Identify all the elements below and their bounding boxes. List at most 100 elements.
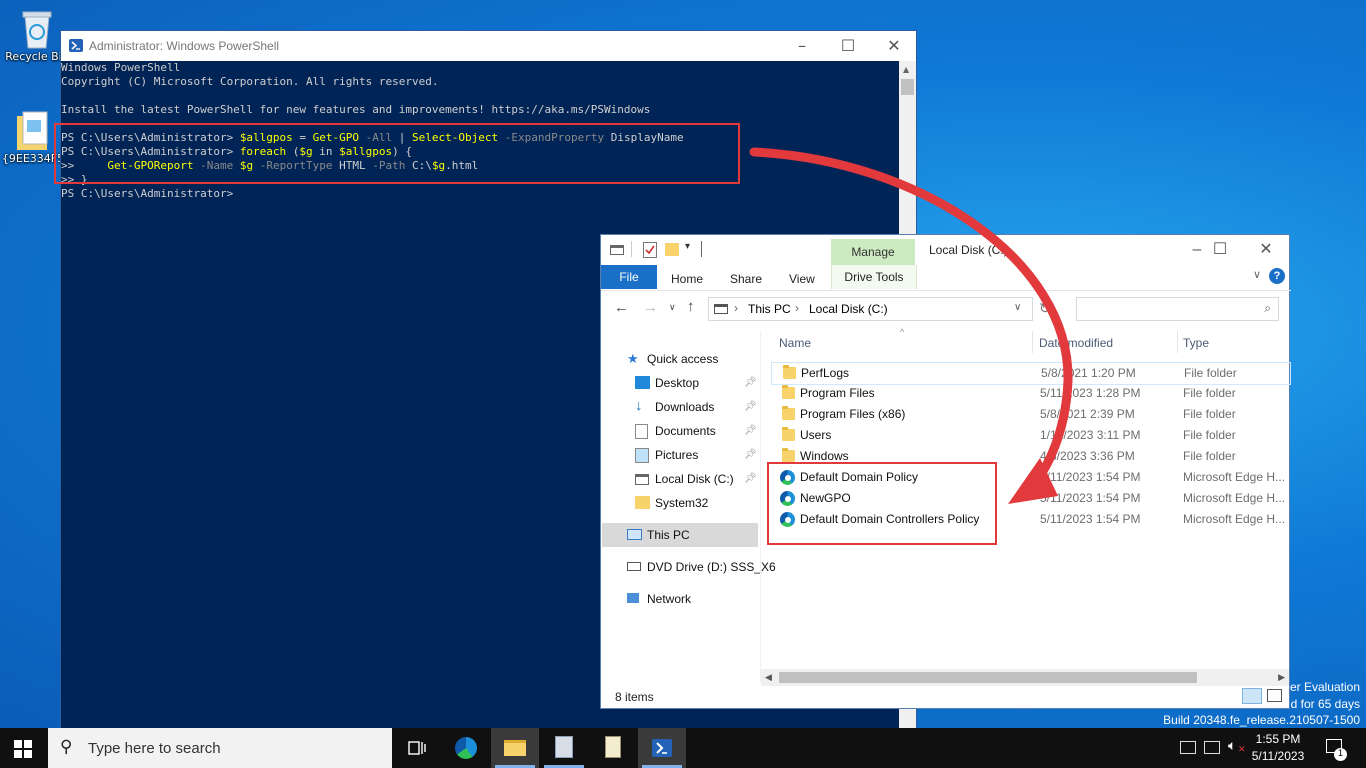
help-icon[interactable]: ? xyxy=(1269,268,1285,284)
drive-icon xyxy=(610,245,624,255)
column-header-type[interactable]: Type xyxy=(1183,336,1209,350)
file-type: File folder xyxy=(1184,366,1237,380)
properties-icon[interactable] xyxy=(643,242,657,258)
maximize-button[interactable]: ☐ xyxy=(1197,235,1243,265)
taskbar-file-explorer[interactable] xyxy=(491,728,539,768)
taskbar-server-manager[interactable] xyxy=(540,728,588,768)
network-icon xyxy=(627,593,639,603)
tab-home[interactable]: Home xyxy=(671,268,703,290)
star-icon: ★ xyxy=(627,351,639,366)
taskbar: ⚲ Type here to search 🔈︎ ✕ 1:55 PM 5/11/… xyxy=(0,728,1366,768)
column-divider xyxy=(1177,331,1178,353)
nav-label: This PC xyxy=(647,528,690,542)
file-type: Microsoft Edge H... xyxy=(1183,491,1286,505)
nav-label: Local Disk (C:) xyxy=(655,472,734,486)
annotation-arrow xyxy=(749,147,1073,504)
drive-icon xyxy=(635,474,649,485)
watermark-line3: Build 20348.fe_release.210507-1500 xyxy=(1163,713,1360,727)
computer-icon xyxy=(627,529,642,540)
nav-this-pc[interactable]: This PC xyxy=(627,524,690,546)
file-type: File folder xyxy=(1183,449,1236,463)
nav-local-disk[interactable]: Local Disk (C:) xyxy=(635,468,734,490)
download-arrow-icon: ↓ xyxy=(635,397,643,414)
taskbar-search-box[interactable]: ⚲ Type here to search xyxy=(48,728,392,768)
expand-ribbon-icon[interactable]: ∨ xyxy=(1253,268,1261,281)
nav-documents[interactable]: Documents xyxy=(635,420,716,442)
horizontal-scrollbar[interactable]: ◀ ▶ xyxy=(761,669,1289,686)
nav-desktop[interactable]: Desktop xyxy=(635,372,699,394)
nav-label: Documents xyxy=(655,424,716,438)
network-tray-icon[interactable] xyxy=(1204,741,1220,754)
start-button[interactable] xyxy=(14,740,32,758)
nav-label: Network xyxy=(647,592,692,606)
nav-downloads[interactable]: ↓ Downloads xyxy=(635,396,715,418)
customize-toolbar-icon[interactable]: ▾ xyxy=(685,241,690,252)
nav-system32[interactable]: System32 xyxy=(635,492,709,514)
nav-label: System32 xyxy=(655,496,709,510)
up-button[interactable]: ↑ xyxy=(687,298,695,315)
nav-label: Downloads xyxy=(655,400,715,414)
search-icon: ⚲ xyxy=(60,737,73,756)
search-input[interactable]: ⌕ xyxy=(1076,297,1279,321)
watermark-line2: id for 65 days xyxy=(1287,697,1360,711)
dvd-drive-icon xyxy=(627,562,641,571)
nav-label: Pictures xyxy=(655,448,699,462)
notification-count-badge: 1 xyxy=(1334,748,1347,761)
recycle-bin-icon xyxy=(17,8,57,49)
folder-icon xyxy=(635,496,650,509)
maximize-button[interactable]: ☐ xyxy=(825,31,871,61)
close-button[interactable]: ✕ xyxy=(1243,235,1289,265)
taskbar-powershell[interactable] xyxy=(638,728,686,768)
drive-icon xyxy=(714,304,728,314)
nav-network[interactable]: Network xyxy=(627,588,692,610)
folder-file-icon xyxy=(13,110,53,150)
forward-button[interactable]: → xyxy=(643,299,658,316)
clock-date[interactable]: 5/11/2023 xyxy=(1250,749,1306,763)
tab-file[interactable]: File xyxy=(601,265,657,289)
nav-quick-access[interactable]: ★ Quick access xyxy=(627,348,718,370)
new-folder-icon[interactable] xyxy=(665,243,679,256)
muted-x-icon: ✕ xyxy=(1238,745,1246,755)
close-button[interactable]: ✕ xyxy=(871,31,917,61)
annotation-command-box xyxy=(54,123,740,184)
scrollbar-thumb[interactable] xyxy=(779,672,1197,683)
file-type: File folder xyxy=(1183,407,1236,421)
search-placeholder: Type here to search xyxy=(88,740,221,757)
taskbar-edge[interactable] xyxy=(442,728,490,768)
file-type: Microsoft Edge H... xyxy=(1183,512,1286,526)
toolbar-divider xyxy=(701,241,702,257)
taskbar-notepad[interactable] xyxy=(589,728,637,768)
folder-icon xyxy=(504,740,526,756)
pictures-icon xyxy=(635,448,649,463)
back-button[interactable]: ← xyxy=(614,299,629,316)
status-item-count: 8 items xyxy=(615,690,654,704)
edge-icon xyxy=(455,737,477,759)
file-type: File folder xyxy=(1183,428,1236,442)
scroll-left-icon[interactable]: ◀ xyxy=(765,672,772,683)
scroll-right-icon[interactable]: ▶ xyxy=(1278,672,1285,683)
desktop-icon xyxy=(635,376,650,389)
minimize-button[interactable]: – xyxy=(779,31,825,61)
breadcrumb-separator: › xyxy=(734,301,738,315)
scroll-up-icon[interactable]: ▲ xyxy=(903,65,909,74)
powershell-title: Administrator: Windows PowerShell xyxy=(89,39,280,53)
details-view-button[interactable] xyxy=(1242,688,1262,704)
powershell-icon xyxy=(69,39,83,52)
console-prompt: PS C:\Users\Administrator> xyxy=(61,187,234,200)
nav-dvd-drive[interactable]: DVD Drive (D:) SSS_X6 xyxy=(627,556,776,578)
recent-locations-icon[interactable]: ∨ xyxy=(669,302,676,313)
console-line: Windows PowerShell xyxy=(61,61,181,74)
keyboard-icon[interactable] xyxy=(1180,741,1196,754)
nav-pictures[interactable]: Pictures xyxy=(635,444,699,466)
powershell-icon xyxy=(652,739,672,757)
console-line: Install the latest PowerShell for new fe… xyxy=(61,103,651,116)
file-type: File folder xyxy=(1183,386,1236,400)
volume-muted-icon[interactable]: 🔈︎ xyxy=(1228,738,1236,754)
large-icons-view-button[interactable] xyxy=(1267,689,1282,702)
watermark-line1: ter Evaluation xyxy=(1286,680,1360,694)
powershell-titlebar[interactable]: Administrator: Windows PowerShell – ☐ ✕ xyxy=(61,31,916,61)
scrollbar-thumb[interactable] xyxy=(901,79,914,95)
task-view-button[interactable] xyxy=(393,728,441,768)
search-icon: ⌕ xyxy=(1264,301,1271,315)
clock-time[interactable]: 1:55 PM xyxy=(1250,732,1306,746)
